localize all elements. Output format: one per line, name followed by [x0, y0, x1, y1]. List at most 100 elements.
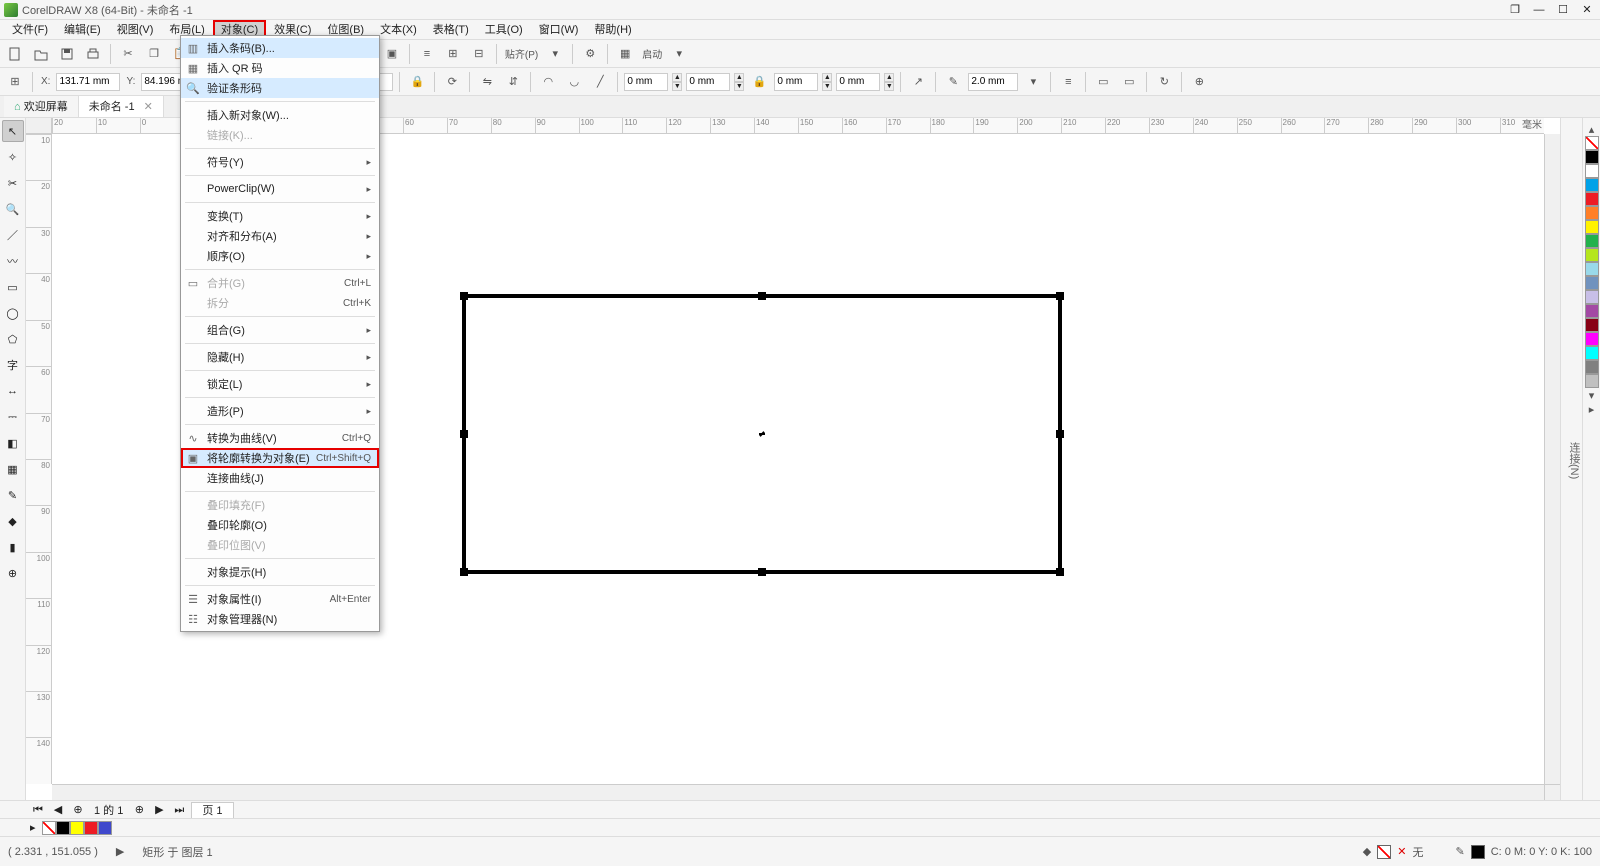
docpal-flyout-button[interactable]: ▸: [30, 821, 36, 834]
menu-join-curves[interactable]: 连接曲线(J): [181, 468, 379, 488]
palette-scroll-up-button[interactable]: ▴: [1581, 122, 1600, 136]
swatch[interactable]: [1585, 332, 1599, 346]
menu-validate-barcode[interactable]: 🔍验证条形码: [181, 78, 379, 98]
corner-round-button[interactable]: ◠: [537, 71, 559, 93]
open-button[interactable]: [30, 43, 52, 65]
child-restore-button[interactable]: ❐: [1506, 3, 1524, 17]
docpal-swatch[interactable]: [56, 821, 70, 835]
view2-button[interactable]: ⊞: [442, 43, 464, 65]
freehand-tool[interactable]: ／: [2, 224, 24, 246]
swatch[interactable]: [1585, 318, 1599, 332]
polygon-tool[interactable]: ⬠: [2, 328, 24, 350]
fill-swatch-none[interactable]: [1377, 845, 1391, 859]
menu-object-hints[interactable]: 对象提示(H): [181, 562, 379, 582]
selected-rectangle[interactable]: [462, 294, 1062, 574]
interactive-fill-tool[interactable]: ◆: [2, 510, 24, 532]
page-next-button[interactable]: ▶: [151, 803, 167, 817]
ruler-corner[interactable]: [26, 118, 52, 134]
page-prev-button[interactable]: ◀: [50, 803, 66, 817]
swatch[interactable]: [1585, 178, 1599, 192]
connector-tool[interactable]: ⎓: [2, 406, 24, 428]
view3-button[interactable]: ⊟: [468, 43, 490, 65]
menu-transform[interactable]: 变换(T)▸: [181, 206, 379, 226]
menu-order[interactable]: 顺序(O)▸: [181, 246, 379, 266]
outline-dropdown-button[interactable]: ▾: [1022, 71, 1044, 93]
scrollbar-horizontal[interactable]: [52, 784, 1544, 800]
lock-ratio-button[interactable]: 🔒: [406, 71, 428, 93]
menu-table[interactable]: 表格(T): [425, 20, 477, 39]
wrap-text-button[interactable]: ≡: [1057, 71, 1079, 93]
menu-outline-to-object[interactable]: ▣将轮廓转换为对象(E)Ctrl+Shift+Q: [181, 448, 379, 468]
docpal-swatch[interactable]: [84, 821, 98, 835]
page-first-button[interactable]: ⏮: [30, 803, 46, 817]
docpal-swatch[interactable]: [98, 821, 112, 835]
menu-tools[interactable]: 工具(O): [477, 20, 531, 39]
swatch[interactable]: [1585, 192, 1599, 206]
cut-button[interactable]: ✂: [117, 43, 139, 65]
crop-tool[interactable]: ✂: [2, 172, 24, 194]
palette-flyout-button[interactable]: ▸: [1581, 402, 1600, 416]
outline-width-input[interactable]: [968, 73, 1018, 91]
to-front-button[interactable]: ▭: [1092, 71, 1114, 93]
swatch[interactable]: [1585, 290, 1599, 304]
convert-curves-button[interactable]: ↻: [1153, 71, 1175, 93]
zoom-tool[interactable]: 🔍: [2, 198, 24, 220]
menu-object-manager[interactable]: ☷对象管理器(N): [181, 609, 379, 629]
menu-window[interactable]: 窗口(W): [531, 20, 587, 39]
corner-chamfer-button[interactable]: ╱: [589, 71, 611, 93]
shape-tool[interactable]: ✧: [2, 146, 24, 168]
copy-button[interactable]: ❐: [143, 43, 165, 65]
corner-tr-input[interactable]: [774, 73, 818, 91]
swatch-none[interactable]: [1585, 136, 1599, 150]
ruler-vertical[interactable]: 102030405060708090100110120130140: [26, 134, 52, 784]
menu-help[interactable]: 帮助(H): [586, 20, 639, 39]
docker-tab-connect[interactable]: 连接(N): [1566, 442, 1582, 479]
menu-view[interactable]: 视图(V): [109, 20, 162, 39]
swatch[interactable]: [1585, 234, 1599, 248]
corner-bl-spin[interactable]: ▲▼: [734, 73, 744, 91]
corner-br-input[interactable]: [836, 73, 880, 91]
scrollbar-vertical[interactable]: [1544, 134, 1560, 784]
text-tool[interactable]: 字: [2, 354, 24, 376]
docpal-swatch-none[interactable]: [42, 821, 56, 835]
rotate-button[interactable]: ⟳: [441, 71, 463, 93]
swatch[interactable]: [1585, 304, 1599, 318]
maximize-button[interactable]: ☐: [1554, 3, 1572, 17]
launch-dropdown-button[interactable]: ▾: [668, 43, 690, 65]
parallel-dim-tool[interactable]: ↔: [2, 380, 24, 402]
menu-lock[interactable]: 锁定(L)▸: [181, 374, 379, 394]
tab-close-icon[interactable]: ✕: [144, 101, 153, 113]
close-button[interactable]: ✕: [1578, 3, 1596, 17]
print-button[interactable]: [82, 43, 104, 65]
corner-tl-input[interactable]: [624, 73, 668, 91]
view1-button[interactable]: ≡: [416, 43, 438, 65]
presets-button[interactable]: ⊞: [4, 71, 26, 93]
transparency-tool[interactable]: ▦: [2, 458, 24, 480]
menu-object-properties[interactable]: ☰对象属性(I)Alt+Enter: [181, 589, 379, 609]
swatch[interactable]: [1585, 164, 1599, 178]
page-tab[interactable]: 页 1: [191, 802, 233, 818]
page-add-after-button[interactable]: ⊕: [131, 803, 147, 817]
tab-document[interactable]: 未命名 -1 ✕: [79, 96, 164, 117]
swatch[interactable]: [1585, 248, 1599, 262]
new-button[interactable]: [4, 43, 26, 65]
menu-symbols[interactable]: 符号(Y)▸: [181, 152, 379, 172]
corner-tr-spin[interactable]: ▲▼: [822, 73, 832, 91]
outline-swatch[interactable]: [1471, 845, 1485, 859]
eyedropper-tool[interactable]: ✎: [2, 484, 24, 506]
relative-corner-button[interactable]: ↗: [907, 71, 929, 93]
swatch[interactable]: [1585, 360, 1599, 374]
menu-insert-qr[interactable]: ▦插入 QR 码: [181, 58, 379, 78]
menu-insert-barcode[interactable]: ▥插入条码(B)...: [181, 38, 379, 58]
menu-hide[interactable]: 隐藏(H)▸: [181, 347, 379, 367]
page-add-before-button[interactable]: ⊕: [70, 803, 86, 817]
corner-lock-button[interactable]: 🔒: [748, 71, 770, 93]
menu-overprint-outline[interactable]: 叠印轮廓(O): [181, 515, 379, 535]
corner-scallop-button[interactable]: ◡: [563, 71, 585, 93]
swatch[interactable]: [1585, 150, 1599, 164]
swatch[interactable]: [1585, 262, 1599, 276]
palette-scroll-down-button[interactable]: ▾: [1581, 388, 1600, 402]
page-last-button[interactable]: ⏭: [171, 803, 187, 817]
xpos-input[interactable]: [56, 73, 120, 91]
options-button[interactable]: ⚙: [579, 43, 601, 65]
